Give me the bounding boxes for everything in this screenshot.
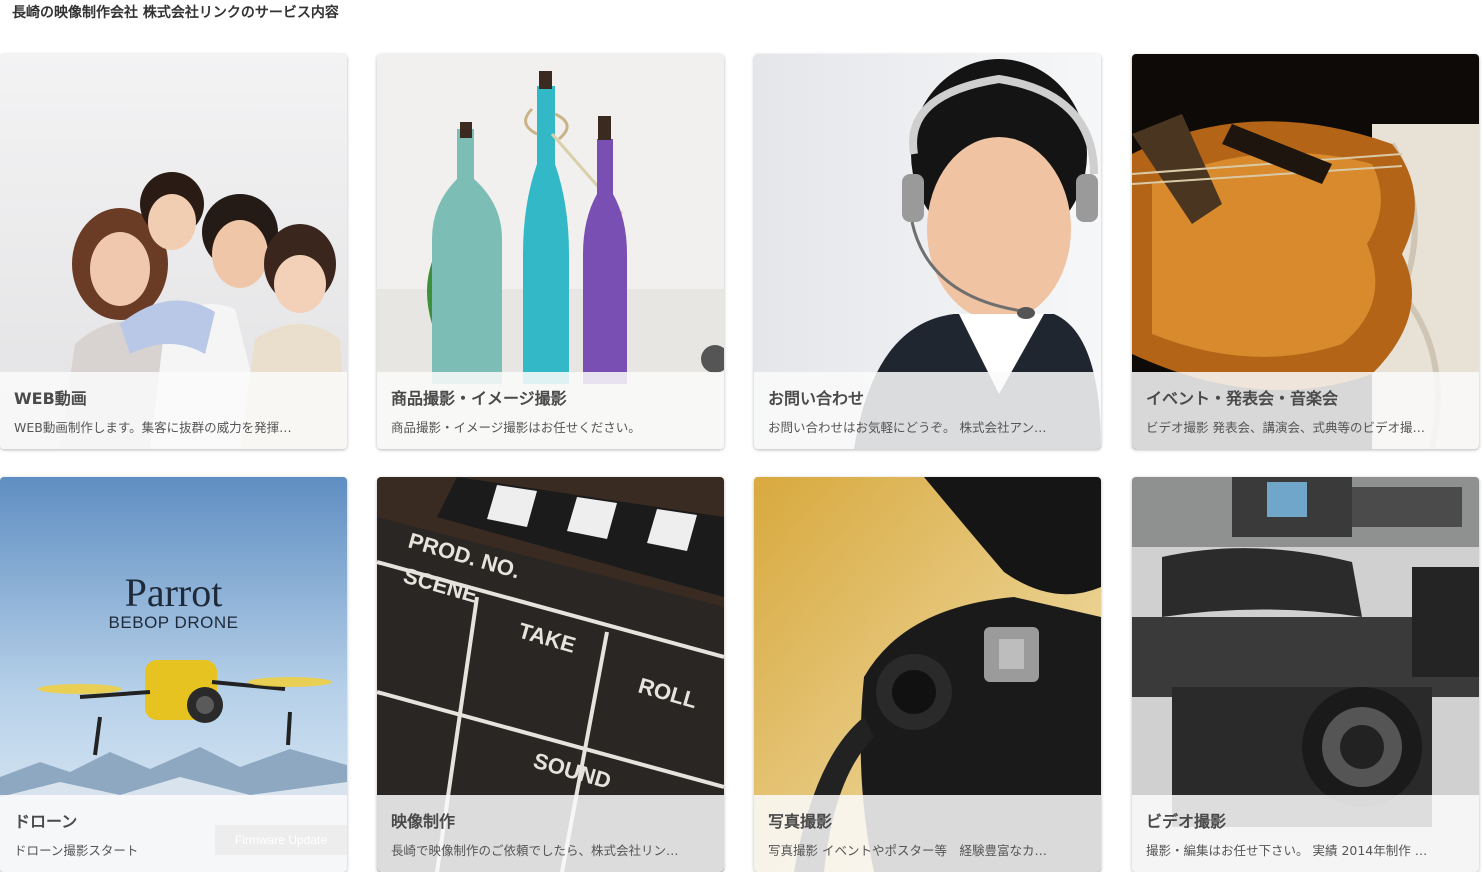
- card-title: 写真撮影: [768, 812, 833, 831]
- card-title: WEB動画: [14, 389, 87, 408]
- service-card-web-video[interactable]: WEB動画 WEB動画制作します。集客に抜群の威力を発揮…: [0, 54, 347, 449]
- card-description: WEB動画制作します。集客に抜群の威力を発揮…: [14, 420, 292, 435]
- card-description: 撮影・編集はお任せ下さい。 実績 2014年制作 …: [1146, 843, 1428, 858]
- card-caption: WEB動画 WEB動画制作します。集客に抜群の威力を発揮…: [0, 372, 347, 449]
- card-caption: 映像制作 長崎で映像制作のご依頼でしたら、株式会社リン…: [377, 795, 724, 872]
- page-title: 長崎の映像制作会社 株式会社リンクのサービス内容: [12, 5, 339, 21]
- card-caption: イベント・発表会・音楽会 ビデオ撮影 発表会、講演会、式典等のビデオ撮…: [1132, 372, 1479, 449]
- services-grid: WEB動画 WEB動画制作します。集客に抜群の威力を発揮… 商品撮影・イメージ撮…: [0, 54, 1483, 872]
- service-card-drone[interactable]: Parrot BEBOP DRONE ドローン ドローン撮影スタート Firmw…: [0, 477, 347, 872]
- card-title: イベント・発表会・音楽会: [1146, 389, 1339, 408]
- card-title: ビデオ撮影: [1146, 812, 1227, 831]
- service-card-product-photo[interactable]: 商品撮影・イメージ撮影 商品撮影・イメージ撮影はお任せください。: [377, 54, 724, 449]
- card-description: 商品撮影・イメージ撮影はお任せください。: [391, 420, 641, 435]
- card-title: ドローン: [14, 812, 78, 831]
- card-title: 映像制作: [391, 812, 456, 831]
- service-card-photography[interactable]: 写真撮影 写真撮影 イベントやポスター等 経験豊富なカ…: [754, 477, 1101, 872]
- firmware-update-label: Firmware Update: [215, 825, 347, 855]
- card-caption: お問い合わせ お問い合わせはお気軽にどうぞ。 株式会社アン…: [754, 372, 1101, 449]
- card-title: お問い合わせ: [768, 389, 865, 408]
- card-description: ビデオ撮影 発表会、講演会、式典等のビデオ撮…: [1146, 420, 1425, 435]
- card-caption: 写真撮影 写真撮影 イベントやポスター等 経験豊富なカ…: [754, 795, 1101, 872]
- card-caption: ドローン ドローン撮影スタート Firmware Update: [0, 795, 347, 872]
- card-caption: 商品撮影・イメージ撮影 商品撮影・イメージ撮影はお任せください。: [377, 372, 724, 449]
- service-card-event[interactable]: イベント・発表会・音楽会 ビデオ撮影 発表会、講演会、式典等のビデオ撮…: [1132, 54, 1479, 449]
- card-description: お問い合わせはお気軽にどうぞ。 株式会社アン…: [768, 420, 1047, 435]
- drone-product-text: BEBOP DRONE: [108, 613, 239, 632]
- card-caption: ビデオ撮影 撮影・編集はお任せ下さい。 実績 2014年制作 …: [1132, 795, 1479, 872]
- card-description: 写真撮影 イベントやポスター等 経験豊富なカ…: [768, 843, 1047, 858]
- service-card-video-production[interactable]: PROD. NO. SCENE TAKE ROLL SOUND 映像制作 長崎で…: [377, 477, 724, 872]
- service-card-videography[interactable]: ビデオ撮影 撮影・編集はお任せ下さい。 実績 2014年制作 …: [1132, 477, 1479, 872]
- drone-brand-text: Parrot: [124, 570, 223, 615]
- card-description: 長崎で映像制作のご依頼でしたら、株式会社リン…: [391, 843, 679, 858]
- card-title: 商品撮影・イメージ撮影: [391, 389, 567, 408]
- service-card-contact[interactable]: お問い合わせ お問い合わせはお気軽にどうぞ。 株式会社アン…: [754, 54, 1101, 449]
